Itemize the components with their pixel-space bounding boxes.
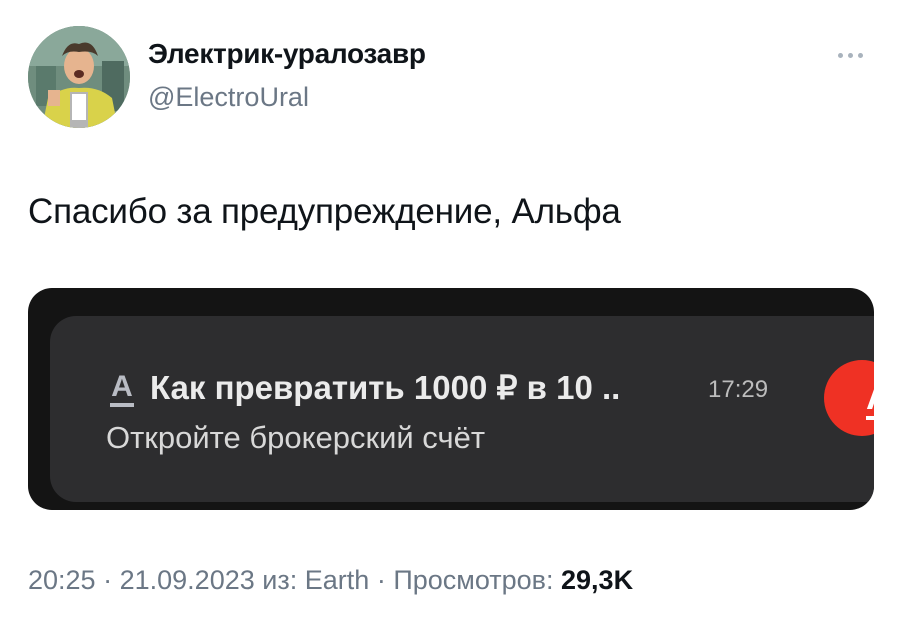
tweet-media-image[interactable]: А Как превратить 1000 ₽ в 10 .. 17:29 От… xyxy=(28,288,874,510)
more-icon-dot xyxy=(857,52,863,58)
notification-title: Как превратить 1000 ₽ в 10 .. xyxy=(150,369,621,406)
tweet-date[interactable]: 21.09.2023 xyxy=(120,565,255,595)
meta-separator: · xyxy=(376,565,386,595)
author-name[interactable]: Электрик-уралозавр xyxy=(148,38,426,70)
more-icon-dot xyxy=(847,52,853,58)
notification-app-icon-underline xyxy=(866,416,874,420)
notification-body: Откройте брокерский счёт xyxy=(106,420,486,455)
author-avatar[interactable] xyxy=(28,26,130,128)
notification-app-logo: А xyxy=(111,370,133,403)
tweet-source: Earth xyxy=(304,565,370,595)
tweet-text: Спасибо за предупреждение, Альфа xyxy=(28,192,621,231)
notification-time: 17:29 xyxy=(708,376,769,403)
views-count[interactable]: 29,3K xyxy=(561,565,633,595)
more-icon-dot xyxy=(837,52,843,58)
tweet-time[interactable]: 20:25 xyxy=(28,565,96,595)
more-icon[interactable] xyxy=(826,40,874,70)
tweet-source-prefix: из: xyxy=(262,565,298,595)
meta-separator: · xyxy=(103,565,113,595)
tweet-meta: 20:25 · 21.09.2023 из: Earth · Просмотро… xyxy=(28,565,633,596)
author-handle[interactable]: @ElectroUral xyxy=(148,82,309,113)
views-label: Просмотров: xyxy=(393,565,554,595)
notification-app-logo-underline xyxy=(110,403,134,407)
notification-app-icon-letter: А xyxy=(866,376,874,418)
notification-card xyxy=(50,316,874,502)
